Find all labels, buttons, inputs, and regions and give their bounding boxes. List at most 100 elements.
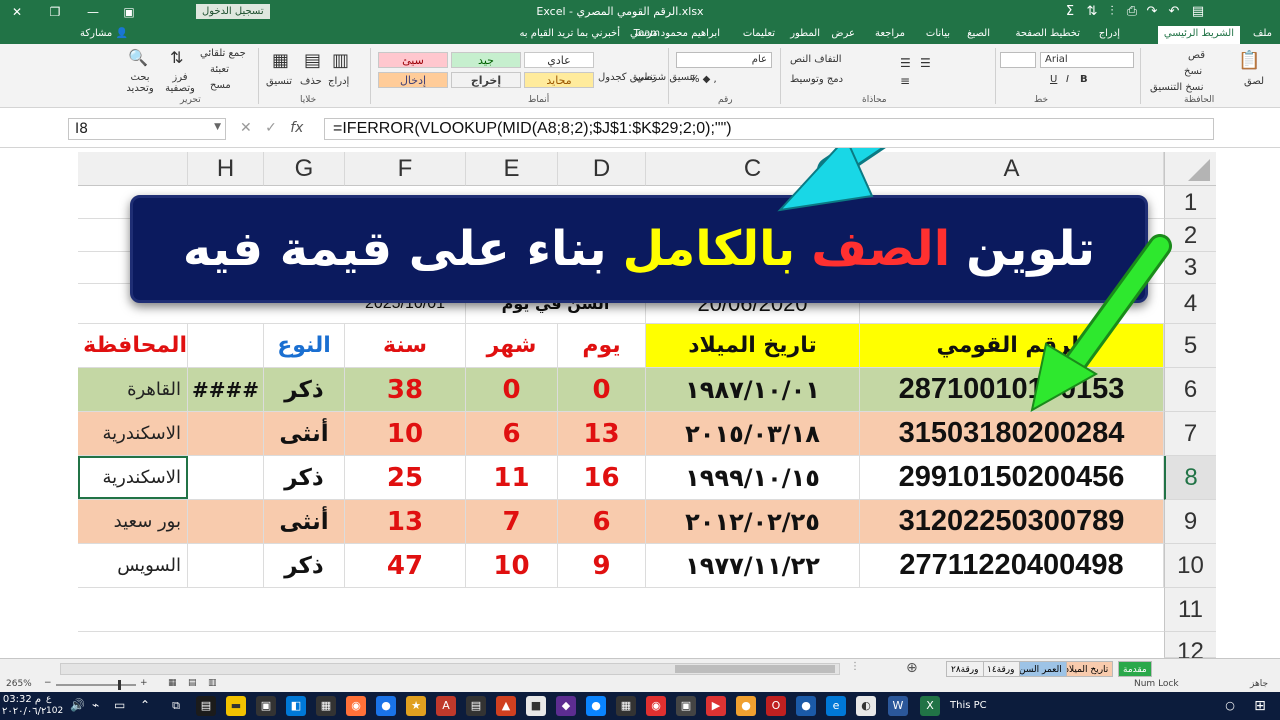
style-neutral[interactable]: محايد: [524, 72, 594, 88]
sheet-tab-14[interactable]: ورقة١٤: [982, 661, 1020, 677]
italic-button[interactable]: I: [1066, 74, 1069, 85]
app-taskbar-icon-18[interactable]: ▣: [256, 696, 276, 716]
firefox-taskbar-icon[interactable]: ◉: [346, 696, 366, 716]
show-hidden-icons[interactable]: ⌃: [140, 698, 150, 712]
format-as-table-button[interactable]: تنسيق كجدول: [598, 72, 656, 83]
app-taskbar-icon-17[interactable]: ◧: [286, 696, 306, 716]
app-taskbar-icon-13[interactable]: A: [436, 696, 456, 716]
formula-input[interactable]: =IFERROR(VLOOKUP(MID(A8;8;2);$J$1:$K$29;…: [324, 118, 1214, 140]
undo-icon[interactable]: ↶: [1166, 3, 1182, 21]
clear-button[interactable]: مسح: [210, 80, 231, 91]
edge-taskbar-icon[interactable]: e: [826, 696, 846, 716]
style-bad[interactable]: سيئ: [378, 52, 448, 68]
font-size-combo[interactable]: [1000, 52, 1036, 68]
normal-view-icon[interactable]: ▥: [208, 678, 217, 688]
wrap-text-button[interactable]: التفاف النص: [790, 54, 842, 65]
app-taskbar-icon-15[interactable]: ●: [376, 696, 396, 716]
chevron-down-icon[interactable]: ▼: [214, 122, 221, 132]
sort-filter-button[interactable]: فرز وتصفية: [162, 72, 198, 94]
insert-cells-button[interactable]: إدراج: [328, 76, 349, 87]
style-input[interactable]: إدخال: [378, 72, 448, 88]
restore-icon[interactable]: ❐: [46, 3, 64, 21]
scrollbar-thumb[interactable]: [675, 665, 835, 673]
opera-taskbar-icon[interactable]: O: [766, 696, 786, 716]
sheet-tab-intro[interactable]: مقدمة: [1118, 661, 1152, 677]
cut-button[interactable]: قص: [1188, 50, 1205, 61]
autosum-button[interactable]: جمع تلقائي: [200, 48, 246, 59]
tab-data[interactable]: بيانات: [926, 28, 950, 39]
delete-cells-button[interactable]: حذف: [300, 76, 322, 87]
find-select-button[interactable]: بحث وتحديد: [120, 72, 160, 94]
word-taskbar-icon[interactable]: W: [888, 696, 908, 716]
style-output[interactable]: إخراج: [451, 72, 521, 88]
app-taskbar-icon-3[interactable]: ●: [736, 696, 756, 716]
add-sheet-icon[interactable]: ⊕: [906, 660, 918, 676]
format-painter-button[interactable]: نسخ التنسيق: [1150, 82, 1203, 93]
page-layout-view-icon[interactable]: ▤: [188, 678, 197, 688]
redo-icon[interactable]: ↷: [1144, 3, 1160, 21]
app-taskbar-icon-7[interactable]: ▦: [616, 696, 636, 716]
merge-center-button[interactable]: دمج وتوسيط: [790, 74, 843, 85]
sort-icon[interactable]: ⇅: [1084, 3, 1100, 21]
paste-icon[interactable]: 📋: [1238, 50, 1260, 71]
filter-icon[interactable]: ⫶: [1104, 3, 1120, 21]
network-icon[interactable]: ⌁: [92, 698, 99, 712]
bold-button[interactable]: B: [1080, 74, 1088, 85]
app-taskbar-icon-1[interactable]: ◐: [856, 696, 876, 716]
ribbon-display-icon[interactable]: ▣: [120, 3, 138, 21]
windows-start-icon[interactable]: ⊞: [1250, 696, 1270, 716]
align-middle-icon[interactable]: ☰: [920, 56, 931, 70]
more-sheets-icon[interactable]: ⋮: [850, 661, 860, 672]
app-taskbar-icon-10[interactable]: ■: [526, 696, 546, 716]
format-cells-button[interactable]: تنسيق: [266, 76, 292, 87]
search-icon[interactable]: ○: [1220, 696, 1240, 716]
tab-team[interactable]: Team: [634, 28, 660, 39]
volume-icon[interactable]: 🔊: [70, 698, 85, 712]
app-taskbar-icon-6[interactable]: ◉: [646, 696, 666, 716]
align-top-icon[interactable]: ☰: [900, 56, 911, 70]
app-taskbar-icon-9[interactable]: ◆: [556, 696, 576, 716]
insert-function-icon[interactable]: fx: [290, 120, 303, 136]
sheet-tab-age[interactable]: العمر السن: [1014, 661, 1067, 677]
sheet-tab-28[interactable]: ورقة٢٨: [946, 661, 984, 677]
app-taskbar-icon-2[interactable]: ●: [796, 696, 816, 716]
app-taskbar-icon-5[interactable]: ▣: [676, 696, 696, 716]
this-pc-label[interactable]: This PC: [950, 700, 987, 711]
zoom-slider-thumb[interactable]: [118, 680, 121, 690]
font-name-combo[interactable]: Arial: [1040, 52, 1134, 68]
cancel-icon[interactable]: ✕: [240, 120, 252, 136]
tab-view[interactable]: عرض: [831, 28, 855, 39]
worksheet[interactable]: A C D E F G H 1 2 3 4 5 6 7 8 9 10 11 12…: [0, 148, 1280, 658]
zoom-out-icon[interactable]: −: [44, 678, 52, 688]
sign-in-button[interactable]: تسجيل الدخول: [196, 4, 270, 19]
fill-button[interactable]: تعبئة: [210, 64, 229, 75]
paste-label[interactable]: لصق: [1244, 76, 1264, 87]
tab-insert[interactable]: إدراج: [1099, 28, 1120, 39]
app-taskbar-icon-12[interactable]: ▤: [466, 696, 486, 716]
clock[interactable]: 03:32 م ٢٠٢٠/٠٦/٢٠: [2, 694, 52, 718]
enter-icon[interactable]: ✓: [265, 120, 277, 136]
style-good[interactable]: جيد: [451, 52, 521, 68]
tab-file[interactable]: ملف: [1253, 28, 1272, 39]
close-icon[interactable]: ✕: [8, 3, 26, 21]
language-indicator[interactable]: ع: [46, 694, 51, 704]
sheet-tab-birthdate[interactable]: تاريخ الميلاد: [1060, 661, 1114, 677]
horizontal-scrollbar[interactable]: [60, 663, 840, 675]
tell-me-search[interactable]: أخبرني بما تريد القيام به: [519, 28, 620, 39]
tab-developer[interactable]: المطور: [790, 28, 820, 39]
print-preview-icon[interactable]: ⎙: [1124, 3, 1140, 21]
name-box[interactable]: I8 ▼: [68, 118, 226, 140]
task-view-icon[interactable]: ⧉: [166, 696, 186, 716]
copy-button[interactable]: نسخ: [1184, 66, 1202, 77]
page-break-view-icon[interactable]: ▦: [168, 678, 177, 688]
tab-review[interactable]: مراجعة: [875, 28, 905, 39]
autosum-icon[interactable]: Σ: [1062, 3, 1078, 21]
share-button[interactable]: 👤 مشاركة: [80, 28, 128, 39]
battery-icon[interactable]: ▭: [114, 698, 125, 712]
style-normal[interactable]: عادي: [524, 52, 594, 68]
save-icon[interactable]: ▤: [1190, 3, 1206, 21]
tab-page-layout[interactable]: تخطيط الصفحة: [1015, 28, 1080, 39]
minimize-icon[interactable]: —: [84, 3, 102, 21]
tab-home[interactable]: الشريط الرئيسي: [1157, 26, 1240, 44]
underline-button[interactable]: U: [1050, 74, 1057, 85]
